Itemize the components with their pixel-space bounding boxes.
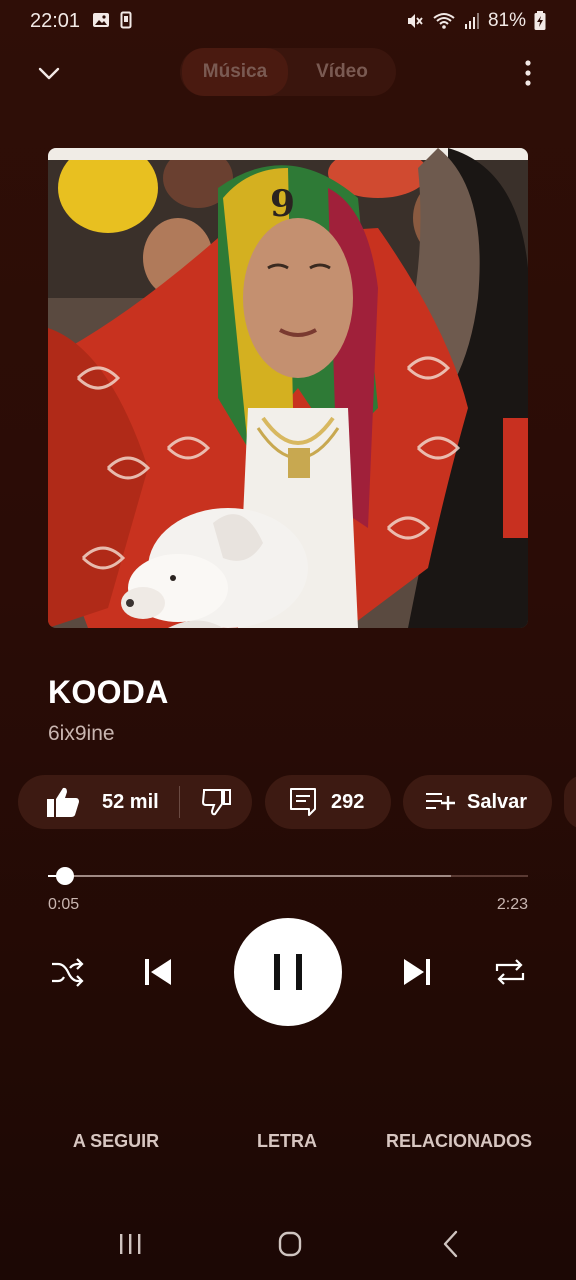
status-time: 22:01	[30, 10, 81, 32]
comment-count: 292	[331, 790, 365, 813]
thumb-down-icon[interactable]	[201, 788, 232, 816]
status-system-icons: 81%	[406, 10, 546, 32]
tab-video[interactable]: Vídeo	[290, 48, 394, 96]
thumb-up-icon	[47, 787, 79, 817]
progress-thumb[interactable]	[55, 867, 74, 885]
tab-related[interactable]: RELACIONADOS	[384, 1131, 534, 1152]
device-icon	[120, 11, 132, 29]
image-icon	[93, 13, 109, 27]
home-icon[interactable]	[272, 1228, 308, 1260]
mute-icon	[407, 14, 423, 28]
track-title: KOODA	[48, 674, 169, 710]
like-button[interactable]: 52 mil	[18, 786, 159, 818]
shuffle-icon[interactable]	[50, 958, 84, 988]
audio-video-switcher: Música Vídeo	[180, 48, 396, 96]
skip-next-icon[interactable]	[402, 957, 432, 987]
comments-button[interactable]: 292	[265, 775, 391, 829]
album-artwork: 9	[48, 148, 528, 628]
save-button[interactable]: Salvar	[403, 775, 552, 829]
tab-music[interactable]: Música	[182, 48, 288, 96]
duration: 2:23	[496, 896, 528, 913]
tab-lyrics[interactable]: LETRA	[230, 1131, 344, 1152]
save-label: Salvar	[467, 790, 528, 813]
track-artist[interactable]: 6ix9ine	[48, 722, 115, 746]
more-actions-chip[interactable]	[564, 775, 576, 829]
back-icon[interactable]	[434, 1228, 470, 1260]
battery-charging-icon	[534, 11, 546, 30]
progress-buffered	[48, 875, 452, 877]
pause-button[interactable]	[234, 918, 342, 1026]
like-count: 52 mil	[102, 790, 159, 813]
like-divider	[178, 786, 180, 818]
album-artwork-image: 9	[48, 148, 528, 628]
recent-apps-icon[interactable]	[112, 1228, 148, 1260]
wifi-icon	[433, 13, 455, 29]
chevron-down-icon[interactable]	[36, 60, 62, 86]
svg-text:9: 9	[270, 183, 295, 225]
skip-previous-icon[interactable]	[143, 957, 173, 987]
pause-icon	[274, 954, 302, 990]
battery-percent: 81%	[487, 10, 526, 31]
playlist-add-icon	[426, 793, 455, 810]
like-dislike-group: 52 mil	[18, 775, 252, 829]
tab-up-next[interactable]: A SEGUIR	[52, 1131, 180, 1152]
repeat-icon[interactable]	[493, 957, 527, 987]
current-time: 0:05	[48, 896, 80, 913]
comment-icon	[290, 788, 316, 816]
status-notification-icons	[92, 11, 132, 29]
more-vertical-icon[interactable]	[518, 58, 538, 88]
signal-icon	[464, 13, 479, 29]
